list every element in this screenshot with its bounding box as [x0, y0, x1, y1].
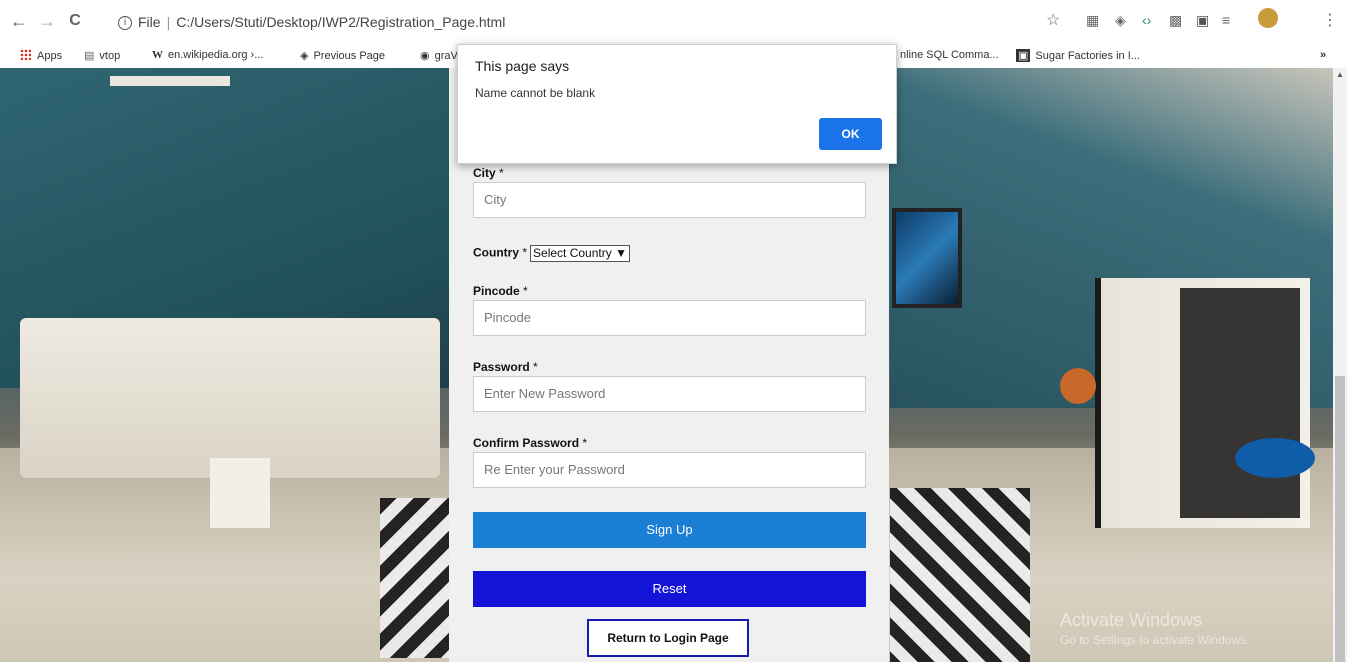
chevron-down-icon: ▼: [615, 246, 627, 260]
extension-icon-2[interactable]: ◈: [1115, 12, 1126, 29]
back-icon[interactable]: ←: [8, 10, 30, 32]
confirm-password-input[interactable]: Re Enter your Password: [473, 452, 866, 488]
password-input[interactable]: Enter New Password: [473, 376, 866, 412]
url-text: C:/Users/Stuti/Desktop/IWP2/Registration…: [176, 14, 506, 30]
watermark-title: Activate Windows: [1060, 610, 1203, 630]
windows-activation-watermark: Activate Windows Go to Settings to activ…: [1060, 610, 1249, 647]
menu-icon[interactable]: ⋮: [1322, 10, 1338, 30]
profile-avatar[interactable]: [1258, 8, 1278, 28]
bookmark-wikipedia[interactable]: Wen.wikipedia.org ›...: [152, 49, 263, 61]
bookmark-grav[interactable]: ◉ graV: [420, 49, 458, 62]
background-cabinet-door: [1180, 288, 1300, 518]
background-bed: [20, 318, 440, 478]
bookmark-sql[interactable]: nline SQL Comma...: [900, 49, 999, 61]
extension-icon-6[interactable]: ≡: [1222, 12, 1230, 28]
confirm-password-label: Confirm Password *: [473, 436, 588, 450]
bookmark-apps[interactable]: Apps: [20, 49, 62, 62]
country-select[interactable]: Select Country ▼: [530, 245, 630, 262]
bookmark-label: en.wikipedia.org ›...: [168, 49, 264, 61]
bookmark-label: Apps: [37, 50, 63, 62]
bookmark-label: Previous Page: [313, 50, 386, 62]
reset-button[interactable]: Reset: [473, 571, 866, 607]
extension-icon-5[interactable]: ▣: [1196, 12, 1209, 29]
bookmark-label: nline SQL Comma...: [900, 49, 999, 61]
reload-icon[interactable]: C: [64, 10, 86, 32]
pincode-input[interactable]: Pincode: [473, 300, 866, 336]
apps-grid-icon: [20, 49, 31, 60]
bookmark-label: vtop: [99, 50, 121, 62]
city-label: City *: [473, 166, 504, 180]
country-label: Country * Select Country ▼: [473, 245, 630, 262]
password-label: Password *: [473, 360, 538, 374]
return-to-login-button[interactable]: Return to Login Page: [587, 619, 749, 657]
page-scrollbar[interactable]: ▲: [1333, 68, 1347, 662]
background-shelf: [110, 76, 230, 86]
city-input[interactable]: City: [473, 182, 866, 218]
bookmark-sugar-factories[interactable]: ▣ Sugar Factories in I...: [1016, 49, 1140, 62]
bookmarks-overflow-icon[interactable]: »: [1320, 49, 1326, 61]
vtop-icon: ▤: [84, 50, 95, 62]
bookmark-star-icon[interactable]: ☆: [1046, 10, 1060, 30]
wikipedia-icon: W: [152, 49, 163, 61]
bookmark-vtop[interactable]: ▤ vtop: [84, 49, 120, 62]
dialog-ok-button[interactable]: OK: [819, 118, 882, 150]
background-nightstand: [210, 458, 270, 528]
signup-button[interactable]: Sign Up: [473, 512, 866, 548]
scroll-up-icon[interactable]: ▲: [1336, 70, 1344, 79]
background-ball: [1060, 368, 1096, 404]
sugar-icon: ▣: [1016, 49, 1031, 62]
scroll-thumb[interactable]: [1335, 376, 1345, 662]
extension-icon-1[interactable]: ▦: [1086, 12, 1099, 29]
background-rug-left: [380, 498, 460, 658]
extension-icon-4[interactable]: ▩: [1169, 12, 1182, 29]
alert-dialog: This page says Name cannot be blank OK: [457, 44, 897, 164]
browser-toolbar: ← → C i File | C:/Users/Stuti/Desktop/IWP2/…: [0, 0, 1347, 44]
bookmark-label: graV: [434, 50, 458, 62]
dialog-title: This page says: [475, 58, 570, 74]
extension-icon-3[interactable]: ‹›: [1142, 12, 1151, 28]
pincode-label: Pincode *: [473, 284, 528, 298]
background-rug-right: [890, 488, 1030, 662]
globe-icon: ◉: [420, 50, 430, 62]
address-bar[interactable]: i File | C:/Users/Stuti/Desktop/IWP2/Regist…: [118, 8, 1078, 36]
url-separator: |: [166, 14, 171, 30]
file-label: File: [138, 14, 161, 30]
info-icon[interactable]: i: [118, 16, 132, 31]
background-stool: [1235, 438, 1315, 478]
bookmark-previous-page[interactable]: ◈ Previous Page: [300, 49, 385, 62]
background-tv: [892, 208, 962, 308]
bookmark-label: Sugar Factories in I...: [1035, 50, 1140, 62]
forward-icon[interactable]: →: [36, 10, 58, 32]
watermark-subtitle: Go to Settings to activate Windows.: [1060, 633, 1250, 647]
diamond-icon: ◈: [300, 50, 309, 62]
dialog-message: Name cannot be blank: [475, 86, 596, 100]
